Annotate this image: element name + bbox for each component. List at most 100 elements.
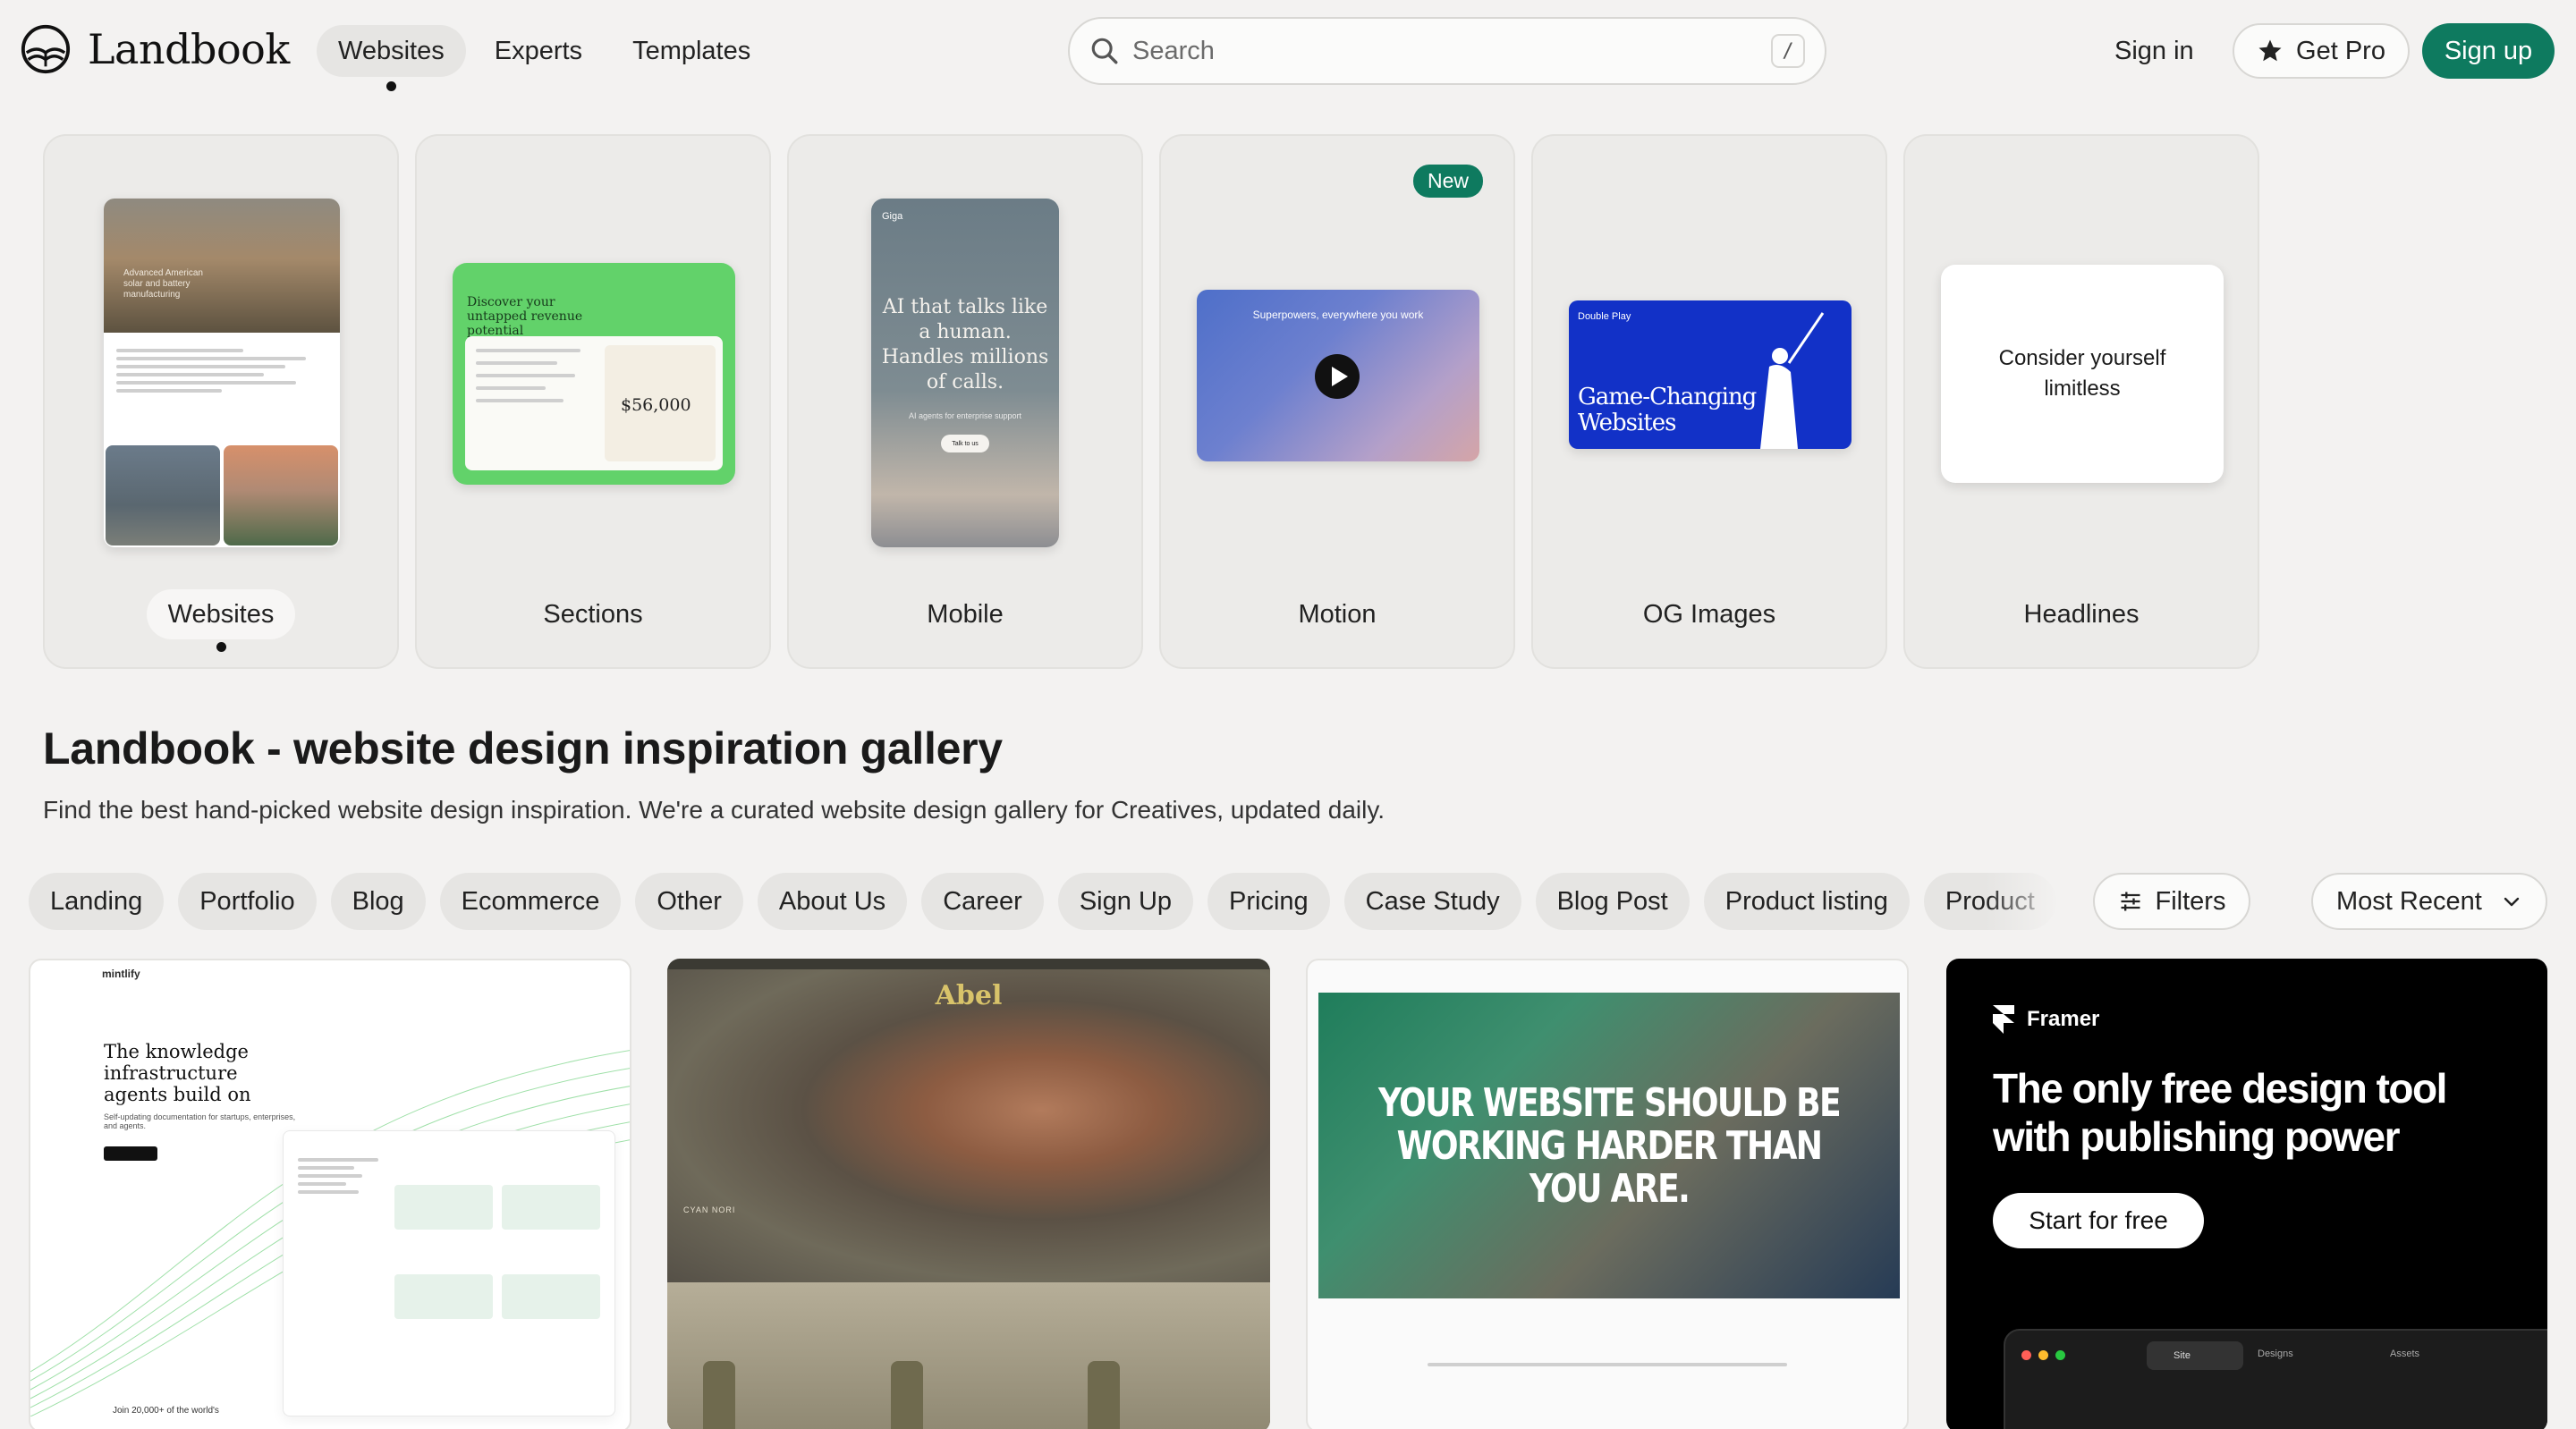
mobile-preview-brand: Giga <box>882 211 903 222</box>
pelay-headline: YOUR WEBSITE SHOULD BE WORKING HARDER TH… <box>1377 1080 1842 1212</box>
search-shortcut-key: / <box>1771 34 1805 68</box>
headlines-preview: Consider yourself limitless <box>1941 265 2224 483</box>
nav-templates[interactable]: Templates <box>611 25 772 77</box>
logo[interactable]: Landbook <box>20 23 290 75</box>
chip-pricing[interactable]: Pricing <box>1208 873 1330 930</box>
mobile-preview-button: Talk to us <box>941 435 989 452</box>
category-cards: Advanced American solar and battery manu… <box>43 134 2259 669</box>
active-indicator-dot <box>216 642 226 652</box>
abel-bottles-image <box>667 1282 1270 1429</box>
search-bar[interactable]: / <box>1068 17 1826 85</box>
category-label-motion: Motion <box>1298 600 1377 629</box>
category-label-websites: Websites <box>45 589 397 639</box>
search-input[interactable] <box>1132 36 1771 66</box>
abel-portrait-image <box>667 969 1270 1282</box>
tag-filter-chips: Landing Portfolio Blog Ecommerce Other A… <box>29 873 2086 930</box>
chip-landing[interactable]: Landing <box>29 873 165 930</box>
motion-preview: Superpowers, everywhere you work <box>1197 290 1479 461</box>
new-badge: New <box>1412 165 1483 198</box>
logo-text: Landbook <box>88 25 290 73</box>
mintlify-subtext: Self-updating documentation for startups… <box>104 1112 296 1130</box>
nav-websites[interactable]: Websites <box>317 25 466 91</box>
category-label-mobile: Mobile <box>927 600 1004 629</box>
main-nav: Websites Experts Templates <box>317 25 772 91</box>
gallery-card-abel[interactable]: Abel CYAN NORI <box>667 959 1270 1429</box>
logo-book-icon <box>21 24 71 74</box>
gallery-card-mintlify[interactable]: mintlify The knowledge infrastructure ag… <box>29 959 631 1429</box>
chip-other[interactable]: Other <box>635 873 743 930</box>
mobile-preview-headline: AI that talks like a human. Handles mill… <box>881 296 1049 393</box>
mintlify-logo: mintlify <box>102 968 140 980</box>
sections-preview: Discover your untapped revenue potential… <box>453 263 735 485</box>
category-card-websites[interactable]: Advanced American solar and battery manu… <box>43 134 399 669</box>
nav-experts[interactable]: Experts <box>473 25 604 77</box>
chip-ecommerce[interactable]: Ecommerce <box>439 873 622 930</box>
motion-preview-caption: Superpowers, everywhere you work <box>1252 309 1424 321</box>
framer-brand: Framer <box>2027 1007 2100 1031</box>
chip-career[interactable]: Career <box>921 873 1044 930</box>
sign-in-link[interactable]: Sign in <box>2097 25 2212 77</box>
framer-tab-designs: Designs <box>2258 1349 2293 1359</box>
bottle-shape <box>891 1361 923 1429</box>
chips-fade-overlay <box>1986 873 2093 930</box>
pelay-logo-strip <box>1308 1363 1907 1366</box>
chip-blog[interactable]: Blog <box>330 873 426 930</box>
top-header: Landbook Websites Experts Templates / Si… <box>0 0 2576 104</box>
og-images-preview: Double Play Game-Changing Websites <box>1569 300 1852 449</box>
mobile-preview-sub: AI agents for enterprise support <box>908 411 1022 420</box>
chip-about-us[interactable]: About Us <box>757 873 908 930</box>
category-card-motion[interactable]: New Superpowers, everywhere you work Mot… <box>1159 134 1515 669</box>
framer-tab-site: Site <box>2147 1341 2243 1370</box>
framer-app-preview: Site Designs Assets <box>2004 1329 2547 1429</box>
page-subtitle: Find the best hand-picked website design… <box>43 796 1385 824</box>
framer-start-button: Start for free <box>1993 1193 2204 1248</box>
chevron-down-icon <box>2504 897 2520 907</box>
search-icon <box>1091 38 1118 64</box>
bottle-shape <box>703 1361 735 1429</box>
framer-icon <box>1993 1005 2014 1034</box>
batter-silhouette-icon <box>1760 312 1825 449</box>
mintlify-docs-preview <box>283 1130 615 1416</box>
get-pro-label: Get Pro <box>2296 36 2385 65</box>
websites-preview-headline: Advanced American solar and battery manu… <box>123 268 203 300</box>
category-card-og-images[interactable]: Double Play Game-Changing Websites OG Im… <box>1531 134 1887 669</box>
play-icon <box>1315 354 1360 399</box>
chip-sign-up[interactable]: Sign Up <box>1057 873 1194 930</box>
category-card-headlines[interactable]: Consider yourself limitless Headlines <box>1903 134 2259 669</box>
abel-caption: CYAN NORI <box>683 1205 736 1214</box>
mintlify-headline: The knowledge infrastructure agents buil… <box>104 1041 251 1105</box>
page-title: Landbook - website design inspiration ga… <box>43 723 1003 774</box>
filters-button[interactable]: Filters <box>2093 873 2250 930</box>
mobile-preview: Giga AI that talks like a human. Handles… <box>871 199 1059 547</box>
mintlify-get-started <box>104 1146 157 1161</box>
sign-up-button[interactable]: Sign up <box>2422 23 2555 79</box>
category-label-headlines: Headlines <box>2023 600 2140 629</box>
framer-tab-assets: Assets <box>2390 1349 2420 1359</box>
mintlify-join-text: Join 20,000+ of the world's <box>113 1406 219 1416</box>
category-label-og-images: OG Images <box>1642 600 1776 629</box>
gallery-card-framer[interactable]: Framer The only free design tool with pu… <box>1946 959 2547 1429</box>
get-pro-button[interactable]: Get Pro <box>2233 23 2410 79</box>
websites-preview: Advanced American solar and battery manu… <box>104 199 340 547</box>
pelay-hero-image: YOUR WEBSITE SHOULD BE WORKING HARDER TH… <box>1318 993 1900 1298</box>
category-card-mobile[interactable]: Giga AI that talks like a human. Handles… <box>787 134 1143 669</box>
gallery-card-pelay[interactable]: YOUR WEBSITE SHOULD BE WORKING HARDER TH… <box>1306 959 1909 1429</box>
sort-dropdown[interactable]: Most Recent <box>2311 873 2547 930</box>
framer-headline: The only free design tool with publishin… <box>1993 1065 2447 1160</box>
bottle-shape <box>1088 1361 1120 1429</box>
sections-preview-price: $56,000 <box>621 395 691 415</box>
chip-product-listing[interactable]: Product listing <box>1703 873 1910 930</box>
category-label-sections: Sections <box>543 600 643 629</box>
filters-label: Filters <box>2155 886 2226 916</box>
abel-logo: Abel <box>935 980 1003 1011</box>
chip-portfolio[interactable]: Portfolio <box>178 873 317 930</box>
framer-logo: Framer <box>1993 1005 2099 1034</box>
category-card-sections[interactable]: Discover your untapped revenue potential… <box>415 134 771 669</box>
chip-blog-post[interactable]: Blog Post <box>1535 873 1690 930</box>
star-icon <box>2258 39 2282 62</box>
sections-preview-title: Discover your untapped revenue potential <box>467 295 583 338</box>
chip-case-study[interactable]: Case Study <box>1343 873 1521 930</box>
sort-label: Most Recent <box>2336 886 2482 916</box>
og-preview-brand: Double Play <box>1578 311 1631 322</box>
sliders-icon <box>2121 892 2140 911</box>
